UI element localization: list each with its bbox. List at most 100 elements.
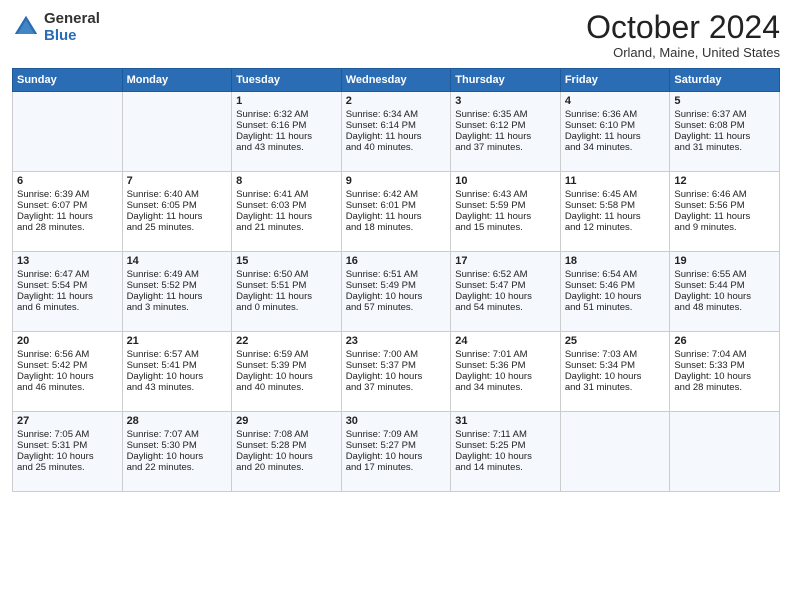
day-info-line: Daylight: 11 hours	[565, 131, 666, 142]
day-info-line: Daylight: 11 hours	[236, 131, 337, 142]
day-info-line: Sunset: 5:56 PM	[674, 200, 775, 211]
day-info-line: Sunrise: 6:52 AM	[455, 269, 556, 280]
day-info-line: Sunrise: 6:49 AM	[127, 269, 228, 280]
calendar-cell	[560, 412, 670, 492]
day-info-line: Sunrise: 7:08 AM	[236, 429, 337, 440]
calendar-table: SundayMondayTuesdayWednesdayThursdayFrid…	[12, 68, 780, 492]
calendar-week-row: 6Sunrise: 6:39 AMSunset: 6:07 PMDaylight…	[13, 172, 780, 252]
weekday-header-thursday: Thursday	[451, 69, 561, 92]
day-number: 25	[565, 335, 666, 347]
day-info-line: Sunrise: 6:32 AM	[236, 109, 337, 120]
calendar-cell: 9Sunrise: 6:42 AMSunset: 6:01 PMDaylight…	[341, 172, 451, 252]
calendar-cell: 11 Sunrise: 6:45 AMSunset: 5:58 PMDayligh…	[560, 172, 670, 252]
calendar-cell: 12 Sunrise: 6:46 AMSunset: 5:56 PMDayligh…	[670, 172, 780, 252]
day-info-line: Sunset: 5:49 PM	[346, 280, 447, 291]
day-info-line: Daylight: 10 hours	[127, 451, 228, 462]
day-info-line: and 31 minutes.	[674, 142, 775, 153]
day-info-line: Daylight: 10 hours	[455, 451, 556, 462]
day-info-line: Daylight: 11 hours	[236, 291, 337, 302]
day-info-line: Sunrise: 7:00 AM	[346, 349, 447, 360]
calendar-cell: 1Sunrise: 6:32 AMSunset: 6:16 PMDaylight…	[232, 92, 342, 172]
day-number: 24	[455, 335, 556, 347]
logo-blue: Blue	[44, 27, 77, 44]
day-info-line: Daylight: 10 hours	[565, 291, 666, 302]
day-info-line: and 12 minutes.	[565, 222, 666, 233]
day-number: 4	[565, 95, 666, 107]
page: General Blue October 2024 Orland, Maine,…	[0, 0, 792, 612]
calendar-cell: 15Sunrise: 6:50 AMSunset: 5:51 PMDayligh…	[232, 252, 342, 332]
day-info-line: and 40 minutes.	[236, 382, 337, 393]
day-info-line: Sunrise: 6:55 AM	[674, 269, 775, 280]
day-info-line: Sunset: 6:05 PM	[127, 200, 228, 211]
calendar-cell: 21Sunrise: 6:57 AMSunset: 5:41 PMDayligh…	[122, 332, 232, 412]
day-info-line: Sunset: 5:28 PM	[236, 440, 337, 451]
day-info-line: Sunset: 5:42 PM	[17, 360, 118, 371]
logo: General Blue	[12, 10, 100, 45]
day-info-line: and 37 minutes.	[346, 382, 447, 393]
day-number: 9	[346, 175, 447, 187]
day-info-line: and 57 minutes.	[346, 302, 447, 313]
day-info-line: Sunset: 5:37 PM	[346, 360, 447, 371]
day-info-line: and 15 minutes.	[455, 222, 556, 233]
calendar-cell: 16Sunrise: 6:51 AMSunset: 5:49 PMDayligh…	[341, 252, 451, 332]
day-info-line: Sunset: 5:33 PM	[674, 360, 775, 371]
day-info-line: Daylight: 11 hours	[455, 211, 556, 222]
day-number: 17	[455, 255, 556, 267]
day-info-line: Daylight: 11 hours	[127, 211, 228, 222]
day-info-line: Sunset: 6:10 PM	[565, 120, 666, 131]
day-info-line: Daylight: 11 hours	[127, 291, 228, 302]
day-info-line: and 28 minutes.	[674, 382, 775, 393]
day-info-line: and 37 minutes.	[455, 142, 556, 153]
logo-text: General Blue	[44, 10, 100, 45]
day-number: 12	[674, 175, 775, 187]
day-info-line: Sunset: 5:25 PM	[455, 440, 556, 451]
day-info-line: Sunset: 5:30 PM	[127, 440, 228, 451]
day-info-line: Daylight: 11 hours	[674, 211, 775, 222]
calendar-cell: 29Sunrise: 7:08 AMSunset: 5:28 PMDayligh…	[232, 412, 342, 492]
day-info-line: Daylight: 10 hours	[455, 291, 556, 302]
calendar-cell: 18Sunrise: 6:54 AMSunset: 5:46 PMDayligh…	[560, 252, 670, 332]
day-number: 7	[127, 175, 228, 187]
calendar-cell: 31Sunrise: 7:11 AMSunset: 5:25 PMDayligh…	[451, 412, 561, 492]
day-info-line: Sunrise: 6:45 AM	[565, 189, 666, 200]
day-info-line: and 22 minutes.	[127, 462, 228, 473]
day-info-line: and 14 minutes.	[455, 462, 556, 473]
weekday-header-wednesday: Wednesday	[341, 69, 451, 92]
day-info-line: and 48 minutes.	[674, 302, 775, 313]
day-info-line: Sunset: 5:39 PM	[236, 360, 337, 371]
day-info-line: Sunset: 5:46 PM	[565, 280, 666, 291]
day-info-line: Sunset: 5:52 PM	[127, 280, 228, 291]
calendar-cell: 5Sunrise: 6:37 AMSunset: 6:08 PMDaylight…	[670, 92, 780, 172]
day-number: 13	[17, 255, 118, 267]
calendar-week-row: 20Sunrise: 6:56 AMSunset: 5:42 PMDayligh…	[13, 332, 780, 412]
calendar-cell: 26Sunrise: 7:04 AMSunset: 5:33 PMDayligh…	[670, 332, 780, 412]
day-info-line: Sunrise: 6:42 AM	[346, 189, 447, 200]
day-number: 6	[17, 175, 118, 187]
day-info-line: Daylight: 11 hours	[565, 211, 666, 222]
day-info-line: and 0 minutes.	[236, 302, 337, 313]
calendar-cell: 23Sunrise: 7:00 AMSunset: 5:37 PMDayligh…	[341, 332, 451, 412]
day-info-line: and 28 minutes.	[17, 222, 118, 233]
day-info-line: and 18 minutes.	[346, 222, 447, 233]
day-info-line: Daylight: 11 hours	[455, 131, 556, 142]
day-info-line: Sunset: 5:36 PM	[455, 360, 556, 371]
title-block: October 2024 Orland, Maine, United State…	[586, 10, 780, 60]
day-info-line: Daylight: 10 hours	[236, 451, 337, 462]
day-info-line: Sunset: 5:58 PM	[565, 200, 666, 211]
day-number: 20	[17, 335, 118, 347]
day-info-line: Daylight: 11 hours	[674, 131, 775, 142]
day-info-line: Daylight: 10 hours	[127, 371, 228, 382]
calendar-cell: 27Sunrise: 7:05 AMSunset: 5:31 PMDayligh…	[13, 412, 123, 492]
day-number: 22	[236, 335, 337, 347]
day-info-line: Sunset: 6:08 PM	[674, 120, 775, 131]
weekday-header-sunday: Sunday	[13, 69, 123, 92]
day-info-line: Sunset: 5:51 PM	[236, 280, 337, 291]
day-number: 11	[565, 175, 666, 187]
calendar-cell: 20Sunrise: 6:56 AMSunset: 5:42 PMDayligh…	[13, 332, 123, 412]
day-info-line: and 25 minutes.	[17, 462, 118, 473]
calendar-cell: 19Sunrise: 6:55 AMSunset: 5:44 PMDayligh…	[670, 252, 780, 332]
calendar-cell: 8Sunrise: 6:41 AMSunset: 6:03 PMDaylight…	[232, 172, 342, 252]
day-info-line: Sunrise: 6:46 AM	[674, 189, 775, 200]
calendar-cell	[122, 92, 232, 172]
day-info-line: Sunrise: 6:47 AM	[17, 269, 118, 280]
